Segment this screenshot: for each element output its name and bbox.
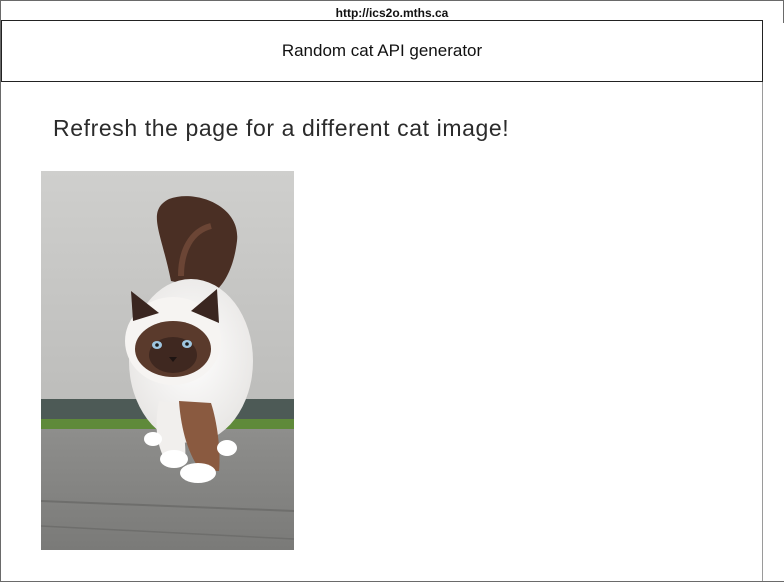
scrollbar[interactable] <box>762 23 784 581</box>
cat-image <box>41 171 294 550</box>
browser-window: http://ics2o.mths.ca Random cat API gene… <box>0 0 784 582</box>
main-heading: Refresh the page for a different cat ima… <box>53 115 510 141</box>
page-header: Random cat API generator <box>1 20 763 82</box>
page-title: Random cat API generator <box>281 41 483 60</box>
cat-photo-image <box>41 171 294 550</box>
